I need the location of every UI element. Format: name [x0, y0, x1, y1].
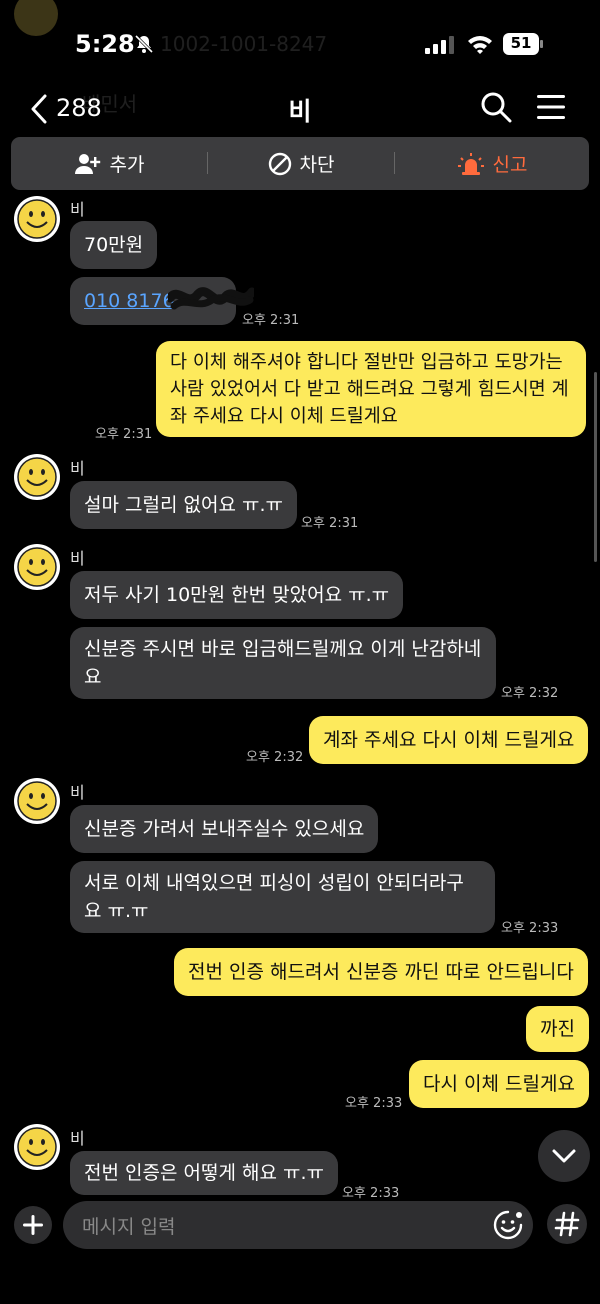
- avatar[interactable]: [14, 778, 60, 824]
- block-icon: [268, 152, 291, 175]
- sender-name: 비: [70, 459, 85, 478]
- battery-level: 51: [510, 34, 532, 52]
- hashtag-button[interactable]: [547, 1204, 587, 1244]
- phone-link[interactable]: 010 8176: [84, 290, 175, 312]
- smiley-icon: [17, 199, 57, 239]
- sender-name: 비: [70, 200, 85, 219]
- message-bubble[interactable]: 설마 그럴리 없어요 ㅠ.ㅠ: [70, 481, 297, 529]
- sender-name: 비: [70, 783, 85, 802]
- message-bubble[interactable]: 다시 이체 드릴게요: [409, 1060, 589, 1108]
- timestamp: 오후 2:32: [501, 686, 559, 701]
- siren-icon: [457, 152, 484, 175]
- friend-action-bar: 추가 차단 신고: [11, 137, 589, 190]
- scrollbar[interactable]: [594, 372, 597, 562]
- hash-icon: [554, 1211, 580, 1237]
- report-button[interactable]: 신고: [395, 137, 589, 190]
- report-label: 신고: [492, 154, 528, 176]
- message-bubble[interactable]: 전번 인증 해드려서 신분증 까딘 따로 안드립니다: [174, 948, 588, 996]
- add-person-icon: [74, 153, 100, 174]
- avatar[interactable]: [14, 454, 60, 500]
- avatar[interactable]: [14, 1124, 60, 1170]
- avatar[interactable]: [14, 196, 60, 242]
- timestamp: 오후 2:31: [242, 313, 300, 328]
- message-bubble[interactable]: 전번 인증은 어떻게 해요 ㅠ.ㅠ: [70, 1151, 338, 1195]
- scroll-to-bottom-button[interactable]: [538, 1130, 590, 1182]
- message-bubble[interactable]: 서로 이체 내역있으면 피싱이 성립이 안되더라구요 ㅠ.ㅠ: [70, 861, 495, 933]
- signal-icon: [425, 36, 454, 54]
- message-input-placeholder: 메시지 입력: [82, 1216, 176, 1238]
- message-bubble[interactable]: 까진: [526, 1006, 589, 1052]
- chevron-down-icon: [552, 1149, 576, 1163]
- message-bubble[interactable]: 계좌 주세요 다시 이체 드릴게요: [309, 716, 589, 764]
- ghost-avatar: [14, 0, 58, 36]
- message-bubble[interactable]: 신분증 가려서 보내주실수 있으세요: [70, 805, 379, 853]
- block-button[interactable]: 차단: [208, 137, 394, 190]
- block-label: 차단: [299, 154, 335, 176]
- message-bubble[interactable]: 70만원: [70, 221, 158, 269]
- sender-name: 비: [70, 549, 85, 568]
- battery-icon: 51: [503, 33, 543, 55]
- sender-name: 비: [70, 1129, 85, 1148]
- smiley-icon: [17, 547, 57, 587]
- message-bubble[interactable]: 신분증 주시면 바로 입금해드릴께요 이게 난감하네요: [70, 627, 496, 699]
- smiley-icon: [17, 457, 57, 497]
- smiley-icon: [17, 1127, 57, 1167]
- timestamp: 오후 2:33: [342, 1186, 400, 1201]
- menu-icon[interactable]: [536, 93, 566, 121]
- timestamp: 오후 2:31: [95, 427, 153, 442]
- attach-button[interactable]: [14, 1206, 52, 1244]
- add-friend-button[interactable]: 추가: [11, 137, 207, 190]
- timestamp: 오후 2:33: [501, 921, 559, 936]
- timestamp: 오후 2:32: [246, 750, 304, 765]
- timestamp: 오후 2:31: [301, 516, 359, 531]
- plus-icon: [23, 1215, 43, 1235]
- timestamp: 오후 2:33: [345, 1096, 403, 1111]
- message-bubble[interactable]: 저두 사기 10만원 한번 맞았어요 ㅠ.ㅠ: [70, 571, 404, 619]
- status-time: 5:28: [75, 30, 135, 58]
- emoji-icon[interactable]: [492, 1209, 524, 1241]
- message-bubble[interactable]: 다 이체 해주셔야 합니다 절반만 입금하고 도망가는 사람 있었어서 다 받고…: [156, 341, 586, 437]
- add-friend-label: 추가: [109, 154, 145, 176]
- search-icon[interactable]: [480, 91, 512, 123]
- avatar[interactable]: [14, 544, 60, 590]
- bell-off-icon: [134, 34, 154, 54]
- wifi-icon: [468, 36, 492, 54]
- smiley-icon: [17, 781, 57, 821]
- ghost-text: 1002-1001-8247: [160, 32, 328, 56]
